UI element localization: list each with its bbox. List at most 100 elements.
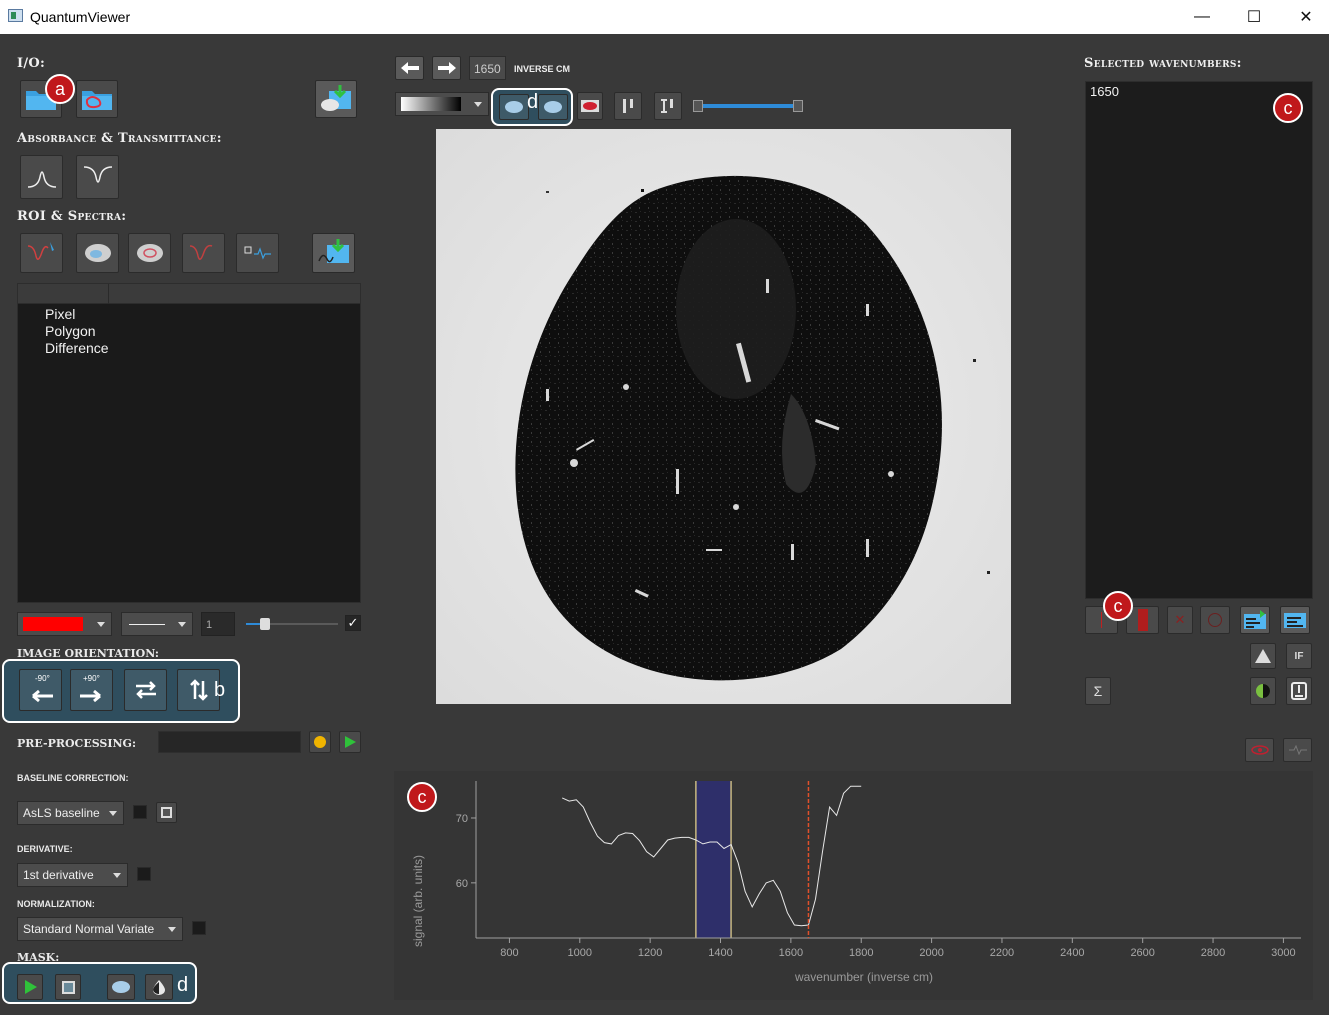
annotation-a: a (45, 74, 75, 104)
spectrum-plot[interactable]: signal (arb. units) wavenumber (inverse … (394, 771, 1313, 1000)
export-spectra-icon (317, 239, 349, 263)
minimize-button[interactable]: — (1176, 0, 1228, 34)
maximize-button[interactable]: ☐ (1228, 0, 1280, 34)
spectrum-checkbox-button[interactable] (236, 233, 279, 273)
sigma-icon: Σ (1093, 683, 1103, 699)
roi-color-select[interactable] (17, 612, 112, 636)
rotate-left-button[interactable]: -90° (19, 669, 62, 711)
contrast-range-slider[interactable] (693, 100, 803, 112)
red-overlay-button[interactable] (577, 92, 603, 120)
clear-selection-button[interactable] (1200, 606, 1230, 634)
filter-button[interactable]: IF (1286, 643, 1312, 669)
tissue-icon (505, 101, 523, 113)
wavenumber-list-item[interactable]: 1650 (1090, 84, 1119, 99)
play-icon (345, 736, 356, 748)
clip-min-button[interactable] (614, 92, 642, 120)
opacity-slider[interactable] (246, 618, 338, 630)
derivative-select-value: 1st derivative (23, 868, 94, 882)
baseline-settings-button[interactable] (156, 802, 177, 823)
app-icon (8, 9, 23, 22)
eye-icon (1250, 745, 1269, 755)
slider-handle[interactable] (260, 618, 270, 630)
overlay-tissue2-button[interactable] (538, 94, 568, 120)
export-spectra-button[interactable] (312, 233, 355, 273)
range-max-handle[interactable] (793, 100, 803, 112)
line-width-input[interactable]: 1 (201, 612, 235, 636)
peak-button[interactable] (1250, 643, 1276, 669)
colormap-gradient (401, 97, 461, 111)
selected-wavenumbers-list[interactable]: 1650 (1085, 81, 1313, 599)
arrow-left-icon (400, 62, 419, 74)
open-roi-folder-button[interactable] (76, 80, 118, 118)
x-tick-label: 2800 (1201, 947, 1225, 959)
export-button[interactable] (315, 80, 357, 118)
mask-settings-icon (61, 980, 75, 994)
clip-max-button[interactable] (654, 92, 682, 120)
x-tick-label: 2200 (990, 947, 1014, 959)
pulse-button[interactable] (1283, 738, 1312, 762)
derivative-heading: Derivative: (17, 844, 73, 854)
save-image-button[interactable] (1286, 677, 1312, 705)
mask-settings-button[interactable] (55, 974, 81, 1000)
roi-heading: ROI & Spectra: (17, 209, 127, 224)
baseline-checkbox[interactable] (133, 805, 147, 819)
polygon-roi-button[interactable] (76, 233, 119, 273)
show-roi-checkbox[interactable]: ✓ (345, 615, 361, 631)
selected-wavenumbers-heading: Selected wavenumbers: (1084, 56, 1242, 71)
wavenumber-input[interactable]: 1650 (469, 56, 506, 80)
preprocessing-progress (158, 731, 301, 753)
mask-view-button[interactable] (1250, 677, 1276, 705)
arrow-right-icon (437, 62, 456, 74)
pulse-icon (1288, 745, 1307, 755)
preprocessing-status-button[interactable] (309, 731, 331, 753)
close-button[interactable]: ✕ (1280, 0, 1329, 34)
swap-horizontal-icon (135, 681, 156, 699)
line-style-select[interactable] (121, 612, 193, 636)
normalization-checkbox[interactable] (192, 921, 206, 935)
checked-spectrum-icon (244, 246, 271, 260)
clear-spectrum-button[interactable] (182, 233, 225, 273)
mask-tissue-button[interactable] (107, 974, 135, 1000)
mask-invert-button[interactable] (145, 974, 173, 1000)
roi-spectrum-button[interactable] (20, 233, 63, 273)
view-spectrum-button[interactable] (1245, 738, 1274, 762)
previous-button[interactable] (395, 56, 424, 80)
difference-roi-button[interactable] (128, 233, 171, 273)
import-bars-icon (1284, 613, 1306, 628)
normalization-select-value: Standard Normal Variate (23, 922, 155, 936)
x-tick-label: 1800 (849, 947, 873, 959)
roi-item-polygon[interactable]: Polygon (45, 323, 96, 339)
apply-mask-button[interactable] (17, 974, 43, 1000)
filter-icon: IF (1294, 650, 1304, 662)
next-button[interactable] (432, 56, 461, 80)
transmittance-button[interactable] (76, 155, 119, 199)
color-swatch (23, 617, 83, 631)
normalization-select[interactable]: Standard Normal Variate (17, 917, 183, 941)
x-tick-label: 1600 (779, 947, 803, 959)
clip-low-icon (623, 99, 633, 113)
remove-selection-button[interactable]: ✕ (1167, 606, 1193, 634)
clip-high-icon (661, 99, 673, 113)
roi-list-header (18, 284, 360, 304)
export-selection-button[interactable] (1240, 606, 1270, 634)
derivative-select[interactable]: 1st derivative (17, 863, 128, 887)
colormap-select[interactable] (395, 92, 489, 116)
roi-item-difference[interactable]: Difference (45, 340, 109, 356)
flip-horizontal-button[interactable] (124, 669, 167, 711)
invert-drop-icon (153, 980, 165, 995)
tissue-image[interactable] (436, 129, 1011, 704)
x-tick-label: 1400 (708, 947, 732, 959)
roi-list[interactable]: Pixel Polygon Difference (17, 283, 361, 603)
baseline-select[interactable]: AsLS baseline (17, 801, 124, 825)
absorbance-button[interactable] (20, 155, 63, 199)
roi-item-pixel[interactable]: Pixel (45, 306, 75, 322)
rotate-right-button[interactable]: +90° (70, 669, 113, 711)
wavenumber-unit: INVERSE CM (514, 64, 571, 74)
sum-button[interactable]: Σ (1085, 677, 1111, 705)
triangle-up-icon (1255, 649, 1271, 663)
overlay-tissue-button[interactable] (499, 94, 529, 120)
range-min-handle[interactable] (693, 100, 703, 112)
derivative-checkbox[interactable] (137, 867, 151, 881)
run-preprocessing-button[interactable] (339, 731, 361, 753)
import-selection-button[interactable] (1280, 606, 1310, 634)
